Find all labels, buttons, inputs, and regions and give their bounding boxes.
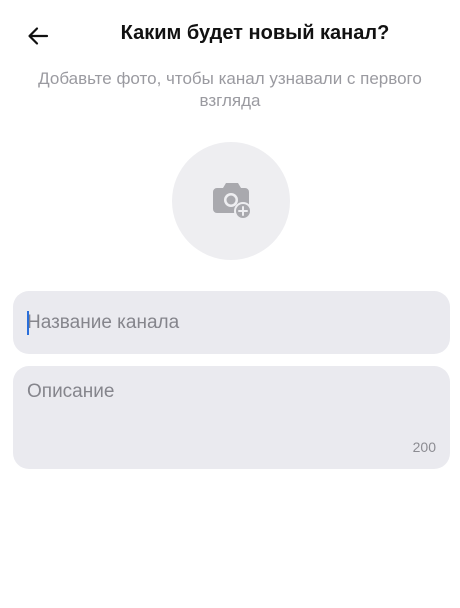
description-input[interactable]: [13, 366, 450, 469]
camera-add-icon: [213, 183, 252, 220]
create-channel-screen: Каким будет новый канал? Добавьте фото, …: [0, 0, 460, 608]
page-title: Каким будет новый канал?: [120, 22, 390, 44]
text-caret: [27, 311, 29, 335]
add-photo-button[interactable]: [172, 142, 290, 260]
back-button[interactable]: [18, 18, 58, 54]
header: Каким будет новый канал?: [0, 0, 460, 72]
description-counter: 200: [412, 439, 436, 455]
description-field[interactable]: 200: [13, 366, 450, 469]
arrow-left-icon: [28, 27, 49, 45]
channel-name-field[interactable]: [13, 291, 450, 354]
subtitle: Добавьте фото, чтобы канал узнавали с пе…: [38, 69, 422, 110]
channel-name-input[interactable]: [13, 291, 450, 354]
